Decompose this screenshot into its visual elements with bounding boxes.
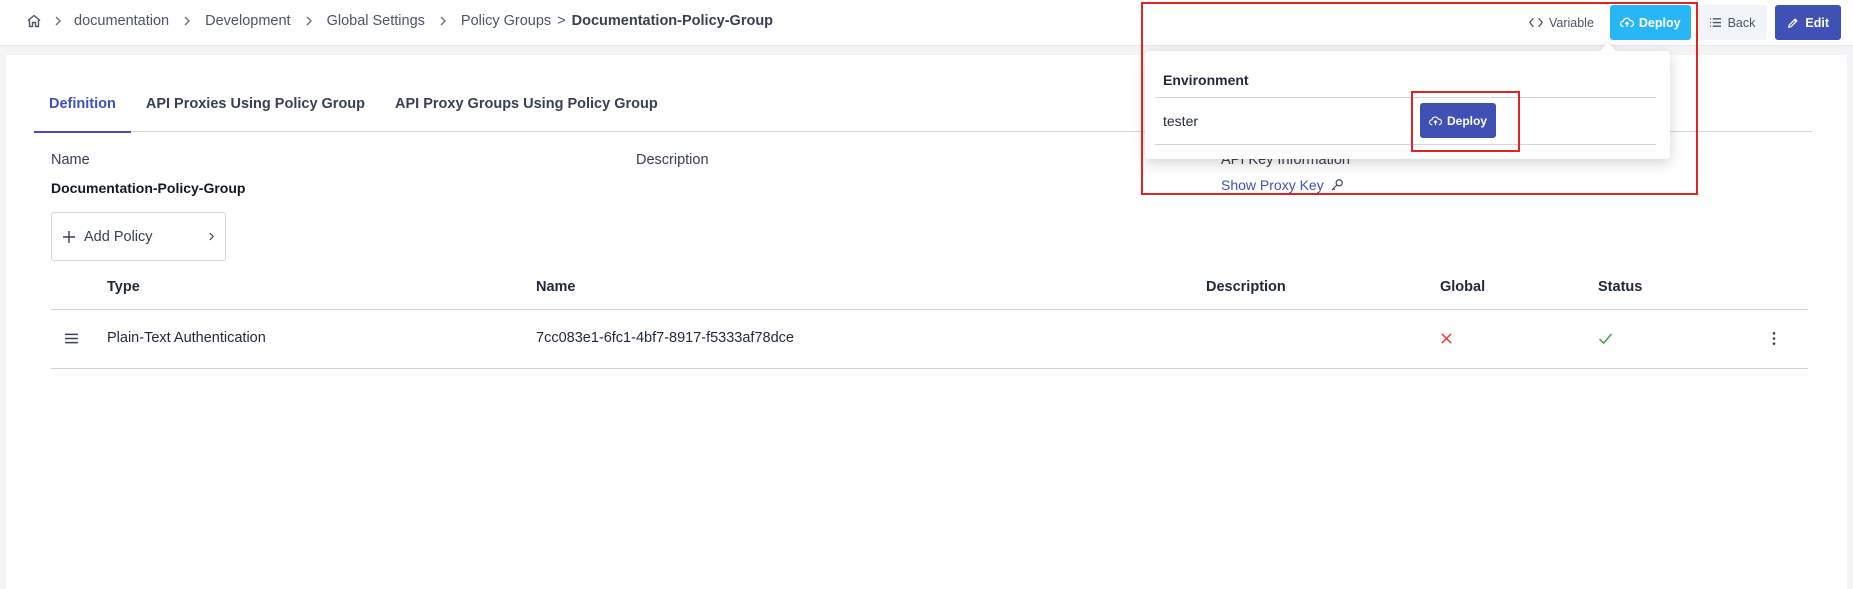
column-header-global: Global xyxy=(1440,279,1486,295)
plus-icon xyxy=(63,230,75,243)
column-header-name: Name xyxy=(536,279,576,295)
tab-api-proxies[interactable]: API Proxies Using Policy Group xyxy=(131,95,380,132)
column-header-description: Description xyxy=(1206,279,1286,295)
add-policy-label: Add Policy xyxy=(84,228,153,245)
back-button-label: Back xyxy=(1727,15,1756,30)
chevron-right-icon xyxy=(440,16,446,26)
check-icon xyxy=(1598,332,1613,349)
edit-button[interactable]: Edit xyxy=(1775,5,1841,40)
chevron-right-icon xyxy=(55,16,61,26)
edit-button-label: Edit xyxy=(1805,15,1829,30)
breadcrumb-separator: > xyxy=(557,13,566,29)
home-icon[interactable] xyxy=(26,13,42,29)
breadcrumb-item-global-settings[interactable]: Global Settings xyxy=(327,13,425,29)
table-row[interactable]: Plain-Text Authentication 7cc083e1-6fc1-… xyxy=(51,310,1808,369)
list-icon xyxy=(1709,18,1721,27)
tab-definition[interactable]: Definition xyxy=(34,95,131,133)
pencil-icon xyxy=(1788,17,1799,28)
chevron-right-icon xyxy=(209,232,215,241)
highlight-box-deploy-button xyxy=(1411,91,1520,152)
add-policy-button[interactable]: Add Policy xyxy=(51,212,226,261)
breadcrumb-item-development[interactable]: Development xyxy=(205,13,290,29)
name-value: Documentation-Policy-Group xyxy=(51,180,246,196)
policy-table: Type Name Description Global Status Plai… xyxy=(51,263,1808,369)
more-options-icon[interactable] xyxy=(1772,331,1776,350)
chevron-right-icon xyxy=(306,16,312,26)
table-header: Type Name Description Global Status xyxy=(51,263,1808,310)
column-header-type: Type xyxy=(107,279,140,295)
breadcrumb: documentation Development Global Setting… xyxy=(26,13,773,29)
name-label: Name xyxy=(51,152,90,168)
column-header-status: Status xyxy=(1598,279,1643,295)
row-type: Plain-Text Authentication xyxy=(107,330,266,346)
back-button[interactable]: Back xyxy=(1696,5,1768,40)
breadcrumb-current: Documentation-Policy-Group xyxy=(571,13,774,29)
description-label: Description xyxy=(636,152,709,168)
x-icon xyxy=(1440,332,1453,349)
breadcrumb-item-policy-groups[interactable]: Policy Groups xyxy=(461,13,551,29)
tab-api-proxy-groups[interactable]: API Proxy Groups Using Policy Group xyxy=(380,95,673,132)
chevron-right-icon xyxy=(184,16,191,26)
breadcrumb-item-documentation[interactable]: documentation xyxy=(74,13,169,29)
drag-handle-icon[interactable] xyxy=(64,332,79,348)
row-name: 7cc083e1-6fc1-4bf7-8917-f5333af78dce xyxy=(536,330,794,346)
